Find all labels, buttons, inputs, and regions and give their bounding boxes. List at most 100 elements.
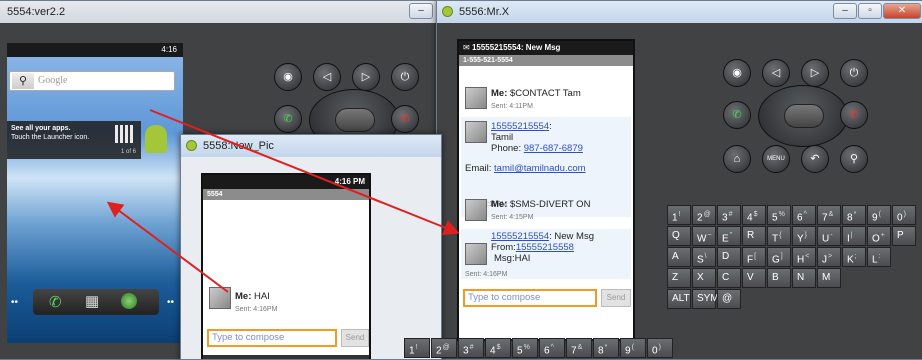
browser-icon[interactable]	[121, 293, 137, 309]
camera-button[interactable]: ◉	[274, 63, 302, 91]
key-8[interactable]: 8*	[842, 205, 866, 225]
volume-up-button[interactable]: ▷	[352, 63, 380, 91]
key-v[interactable]: V	[742, 268, 766, 288]
key-3[interactable]: 3#	[458, 338, 484, 358]
key-h[interactable]: H<	[792, 247, 816, 267]
key-x[interactable]: X	[692, 268, 716, 288]
key-0[interactable]: 0)	[892, 205, 916, 225]
key-u[interactable]: U-	[817, 226, 841, 246]
key-d[interactable]: D	[717, 247, 741, 267]
message-item[interactable]: Me: HAI Sent: 4:16PM	[205, 279, 367, 319]
message-time: Sent: 4:11PM	[491, 103, 533, 110]
key-s[interactable]: S\	[692, 247, 716, 267]
compose-input[interactable]: Type to compose	[463, 289, 597, 307]
key-3[interactable]: 3#	[717, 205, 741, 225]
window-titlebar[interactable]: 5556:Mr.X – ▫ ✕	[437, 1, 922, 23]
camera-button[interactable]: ◉	[723, 59, 751, 87]
menu-button[interactable]: MENU	[762, 145, 790, 173]
key-4[interactable]: 4$	[742, 205, 766, 225]
minimize-button[interactable]: –	[833, 3, 857, 19]
message-item[interactable]: Me: $CONTACT Tam Sent: 4:11PM	[461, 75, 631, 113]
key-4[interactable]: 4$	[485, 338, 511, 358]
key-p[interactable]: P	[892, 226, 916, 246]
key-l[interactable]: L:	[867, 247, 891, 267]
message-text: $SMS-DIVERT ON	[510, 199, 591, 210]
key-7[interactable]: 7&	[817, 205, 841, 225]
message-item[interactable]: 15555215554: New Msg From:15555215558 Ms…	[461, 229, 631, 279]
key-z[interactable]: Z	[667, 268, 691, 288]
key-a[interactable]: A	[667, 247, 691, 267]
key-1[interactable]: 1!	[404, 338, 430, 358]
key-6[interactable]: 6^	[539, 338, 565, 358]
key-g[interactable]: G]	[767, 247, 791, 267]
volume-down-button[interactable]: ◁	[762, 59, 790, 87]
minimize-button[interactable]: –	[409, 3, 433, 19]
compose-input[interactable]: Type to compose	[207, 329, 337, 347]
phone-icon[interactable]: ✆	[49, 293, 62, 311]
power-button[interactable]: ⏻	[840, 59, 868, 87]
sender-link[interactable]: 15555215554	[491, 231, 549, 242]
key-8[interactable]: 8*	[593, 338, 619, 358]
volume-down-button[interactable]: ◁	[313, 63, 341, 91]
key-7[interactable]: 7&	[566, 338, 592, 358]
key-5[interactable]: 5%	[767, 205, 791, 225]
volume-up-button[interactable]: ▷	[801, 59, 829, 87]
emulator-window-5556: 5556:Mr.X – ▫ ✕ ✉ 15555215554: New Msg 1…	[436, 0, 922, 360]
from-link[interactable]: 15555215558	[516, 242, 574, 253]
window-titlebar[interactable]: 5554:ver2.2 –	[0, 1, 437, 23]
key-1[interactable]: 1!	[667, 205, 691, 225]
key-i[interactable]: I|	[842, 226, 866, 246]
key-y[interactable]: Y}	[792, 226, 816, 246]
email-link[interactable]: tamil@tamilnadu.com	[494, 163, 585, 174]
send-button[interactable]: Send	[341, 329, 369, 347]
key-2[interactable]: 2@	[431, 338, 457, 358]
key-k[interactable]: K;	[842, 247, 866, 267]
search-button[interactable]: ⚲	[840, 145, 868, 173]
key-0[interactable]: 0)	[647, 338, 673, 358]
key-c[interactable]: C	[717, 268, 741, 288]
dots-left: ••	[11, 297, 19, 308]
send-button[interactable]: Send	[601, 289, 631, 307]
maximize-button[interactable]: ▫	[858, 3, 882, 19]
key-2[interactable]: 2@	[692, 205, 716, 225]
sender-link[interactable]: 15555215554	[491, 121, 549, 132]
end-call-button[interactable]: ✆	[391, 105, 419, 133]
key-6[interactable]: 6^	[792, 205, 816, 225]
key-@[interactable]: @	[717, 289, 741, 309]
message-item[interactable]: Me: $SMS-DIVERT ON Sent: 4:15PM	[461, 195, 631, 225]
key-t[interactable]: T{	[767, 226, 791, 246]
power-button[interactable]: ⏻	[391, 63, 419, 91]
google-search-bar[interactable]: ⚲ Google	[9, 71, 175, 91]
key-e[interactable]: E"	[717, 226, 741, 246]
window-titlebar[interactable]: 5558:New_Pic	[181, 135, 441, 157]
key-m[interactable]: M	[817, 268, 841, 288]
phone-link[interactable]: 987-687-6879	[524, 143, 583, 154]
launcher-icon[interactable]: ▦	[85, 292, 99, 310]
end-call-button[interactable]: ✆	[840, 101, 868, 129]
key-9[interactable]: 9(	[620, 338, 646, 358]
notification-bar: ✉ 15555215554: New Msg	[459, 41, 633, 55]
key-5[interactable]: 5%	[512, 338, 538, 358]
dots-right: ••	[167, 297, 175, 308]
key-9[interactable]: 9(	[867, 205, 891, 225]
close-button[interactable]: ✕	[883, 3, 921, 19]
dpad[interactable]	[758, 85, 848, 147]
call-button[interactable]: ✆	[274, 105, 302, 133]
key-alt[interactable]: ALT	[667, 289, 691, 309]
back-button[interactable]: ↶	[801, 145, 829, 173]
key-n[interactable]: N	[792, 268, 816, 288]
key-f[interactable]: F[	[742, 247, 766, 267]
key-r[interactable]: R	[742, 226, 766, 246]
key-w[interactable]: W~	[692, 226, 716, 246]
key-q[interactable]: Q	[667, 226, 691, 246]
key-b[interactable]: B	[767, 268, 791, 288]
dpad-center[interactable]	[335, 108, 375, 132]
android-robot-icon	[145, 125, 167, 153]
key-j[interactable]: J>	[817, 247, 841, 267]
dpad-center[interactable]	[784, 104, 824, 128]
key-sym[interactable]: SYM	[692, 289, 719, 309]
avatar	[465, 121, 487, 143]
home-button[interactable]: ⌂	[723, 145, 751, 173]
call-button[interactable]: ✆	[723, 101, 751, 129]
key-o[interactable]: O+	[867, 226, 891, 246]
